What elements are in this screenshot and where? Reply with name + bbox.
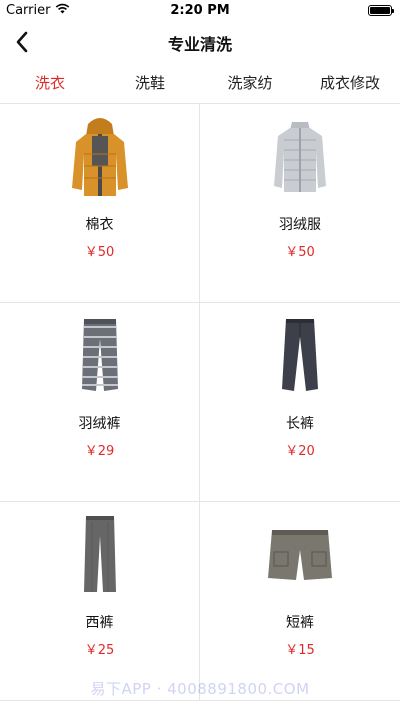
product-grid: 棉衣 ￥50 羽绒服 ￥50 羽绒裤 ￥29 长裤 ￥20 西裤 ￥25 短裤 …	[0, 104, 400, 710]
page-title: 专业清洗	[167, 35, 232, 54]
navigation-bar: 专业清洗	[0, 22, 400, 62]
product-name: 羽绒服	[279, 217, 321, 233]
product-price: ￥29	[84, 444, 115, 459]
product-price: ￥50	[84, 245, 115, 260]
product-price: ￥20	[285, 444, 315, 459]
product-price: ￥50	[285, 245, 315, 260]
product-price: ￥25	[84, 643, 115, 658]
tab-home-textiles[interactable]: 洗家纺	[200, 62, 300, 103]
product-card-long-pants[interactable]: 长裤 ￥20	[200, 303, 400, 502]
product-card-down-jacket[interactable]: 羽绒服 ￥50	[200, 104, 400, 303]
status-bar: Carrier 2:20 PM	[0, 0, 400, 22]
product-name: 羽绒裤	[78, 416, 121, 432]
hooded-jacket-icon	[60, 114, 140, 198]
category-tabs: 洗衣 洗鞋 洗家纺 成衣修改	[0, 62, 400, 104]
product-name: 棉衣	[85, 217, 114, 233]
shorts-icon	[260, 512, 340, 596]
product-name: 长裤	[286, 416, 314, 432]
status-time: 2:20 PM	[170, 3, 230, 18]
tab-shoe-wash[interactable]: 洗鞋	[100, 62, 200, 103]
battery-icon	[368, 5, 394, 16]
striped-pants-icon	[60, 313, 140, 397]
trousers-icon	[60, 512, 140, 596]
product-price: ￥15	[285, 643, 315, 658]
long-pants-icon	[260, 313, 340, 397]
down-jacket-icon	[260, 114, 340, 198]
product-name: 西裤	[85, 615, 114, 631]
tab-laundry[interactable]: 洗衣	[0, 62, 100, 103]
product-card-cotton-coat[interactable]: 棉衣 ￥50	[0, 104, 200, 303]
product-card-shorts[interactable]: 短裤 ￥15	[200, 502, 400, 701]
product-card-down-pants[interactable]: 羽绒裤 ￥29	[0, 303, 200, 502]
watermark-text: 易下APP · 4008891800.COM	[90, 680, 310, 698]
product-card-suit-trousers[interactable]: 西裤 ￥25	[0, 502, 200, 701]
product-name: 短裤	[286, 615, 314, 631]
tab-alterations[interactable]: 成衣修改	[300, 62, 400, 103]
